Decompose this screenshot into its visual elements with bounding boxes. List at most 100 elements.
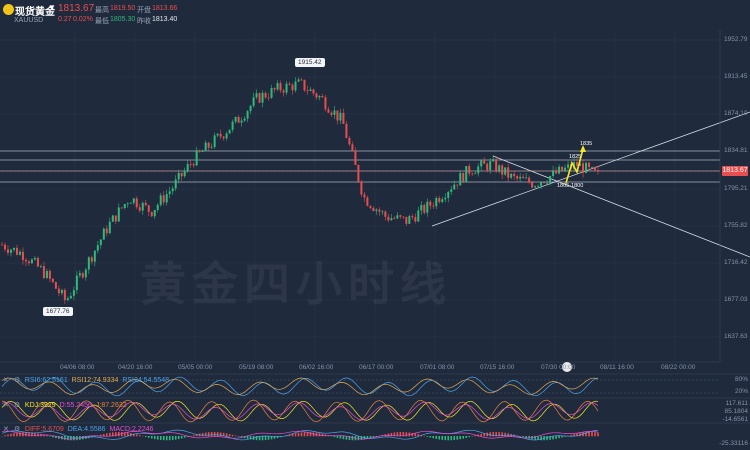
candle-body xyxy=(333,110,336,115)
candle-body xyxy=(267,97,270,99)
macd-bar xyxy=(210,432,213,437)
settings-icon[interactable]: ⚙ xyxy=(14,426,21,433)
candle-body xyxy=(468,166,471,174)
chevron-down-icon[interactable]: ▼ xyxy=(48,3,56,12)
close-icon[interactable]: ✕ xyxy=(3,402,10,409)
candle-body xyxy=(288,83,291,85)
candle-body xyxy=(435,198,438,207)
candle-body xyxy=(276,83,279,90)
macd-bar xyxy=(426,436,429,437)
candle-body xyxy=(414,217,417,222)
macd-bar xyxy=(597,432,599,437)
macd-bar xyxy=(489,432,491,437)
candle-body xyxy=(537,185,540,187)
macd-bar xyxy=(49,436,51,437)
candle-body xyxy=(246,111,249,119)
candle-body xyxy=(438,198,441,202)
candle-body xyxy=(63,290,66,301)
candle-body xyxy=(132,198,135,203)
candle-body xyxy=(360,181,363,195)
candle-body xyxy=(147,205,150,212)
candle-body xyxy=(51,278,54,283)
macd-bar xyxy=(561,436,563,438)
macd-bar xyxy=(291,433,294,437)
macd-bar xyxy=(546,436,548,441)
close-icon[interactable]: ✕ xyxy=(3,426,10,433)
candle-body xyxy=(96,245,99,251)
candle-body xyxy=(105,228,108,234)
horizontal-levels[interactable] xyxy=(0,150,720,183)
candle-body xyxy=(474,173,477,175)
candle-body xyxy=(108,221,111,234)
candle-body xyxy=(39,266,42,267)
candle-body xyxy=(534,186,537,188)
candle-body xyxy=(102,228,105,240)
candle-body xyxy=(486,163,489,171)
macd-legend-value: DEA:4.5586 xyxy=(67,426,106,433)
macd-bar xyxy=(423,435,426,437)
candle-body xyxy=(471,173,474,175)
macd-bar xyxy=(435,436,438,439)
candle-body xyxy=(345,123,348,138)
price-tick: 1913.45 xyxy=(724,73,748,80)
candle-body xyxy=(87,257,90,270)
date-tick: 08/22 00:00 xyxy=(661,364,696,371)
candle-body xyxy=(252,97,255,106)
macd-bar xyxy=(540,436,542,441)
candle-body xyxy=(162,195,165,203)
candle-body xyxy=(450,189,453,192)
candle-body xyxy=(363,194,366,198)
candle-body xyxy=(81,273,84,278)
candle-body xyxy=(222,136,225,139)
candle-body xyxy=(441,199,444,202)
candle-body xyxy=(192,164,195,166)
candle-body xyxy=(291,84,294,91)
candle-body xyxy=(585,162,588,173)
candle-body xyxy=(480,160,483,167)
macd-bar xyxy=(171,436,174,440)
candle-body xyxy=(369,205,372,208)
candle-body xyxy=(165,194,168,203)
candle-body xyxy=(228,129,231,134)
candle-body xyxy=(237,116,240,123)
macd-bar xyxy=(447,436,450,441)
date-tick: 04/06 08:00 xyxy=(60,364,95,371)
candle-body xyxy=(366,197,369,206)
kdj-axis-label: 117.611 xyxy=(725,400,748,407)
candle-body xyxy=(513,173,516,177)
settings-icon[interactable]: ⚙ xyxy=(14,402,21,409)
candle-body xyxy=(429,201,432,206)
settings-icon[interactable]: ⚙ xyxy=(14,377,21,384)
candle-body xyxy=(294,81,297,91)
prev-close-label: 昨收 xyxy=(137,18,151,25)
target-1835-label: 1835 xyxy=(580,141,593,147)
candle-body xyxy=(576,162,579,166)
candle-body xyxy=(150,211,153,217)
candle-body xyxy=(138,207,141,211)
macd-bar xyxy=(264,436,267,441)
candle-body xyxy=(417,210,420,222)
candle-body xyxy=(432,205,435,207)
candle-body xyxy=(495,159,498,172)
date-tick: 07/01 08:00 xyxy=(420,364,455,371)
candle-body xyxy=(195,150,198,166)
candle-body xyxy=(396,215,399,219)
candle-body xyxy=(306,90,309,92)
candle-body xyxy=(390,218,393,221)
macd-bar xyxy=(144,436,147,437)
macd-bar xyxy=(183,436,186,438)
candle-body xyxy=(402,216,405,218)
trend-lines[interactable] xyxy=(431,111,750,258)
candle-body xyxy=(171,188,174,192)
macd-bar xyxy=(297,432,300,437)
candle-body xyxy=(351,144,354,151)
macd-bar xyxy=(339,436,342,439)
rsi-legend-value: RSI12:74.9334 xyxy=(71,377,119,384)
candle-body xyxy=(321,96,324,98)
macd-bar xyxy=(450,436,453,441)
price-tick: 1677.03 xyxy=(724,296,748,303)
date-tick: 07/30 00:00 xyxy=(541,364,576,371)
candle-body xyxy=(249,105,252,112)
close-icon[interactable]: ✕ xyxy=(3,377,10,384)
candle-body xyxy=(210,147,213,148)
